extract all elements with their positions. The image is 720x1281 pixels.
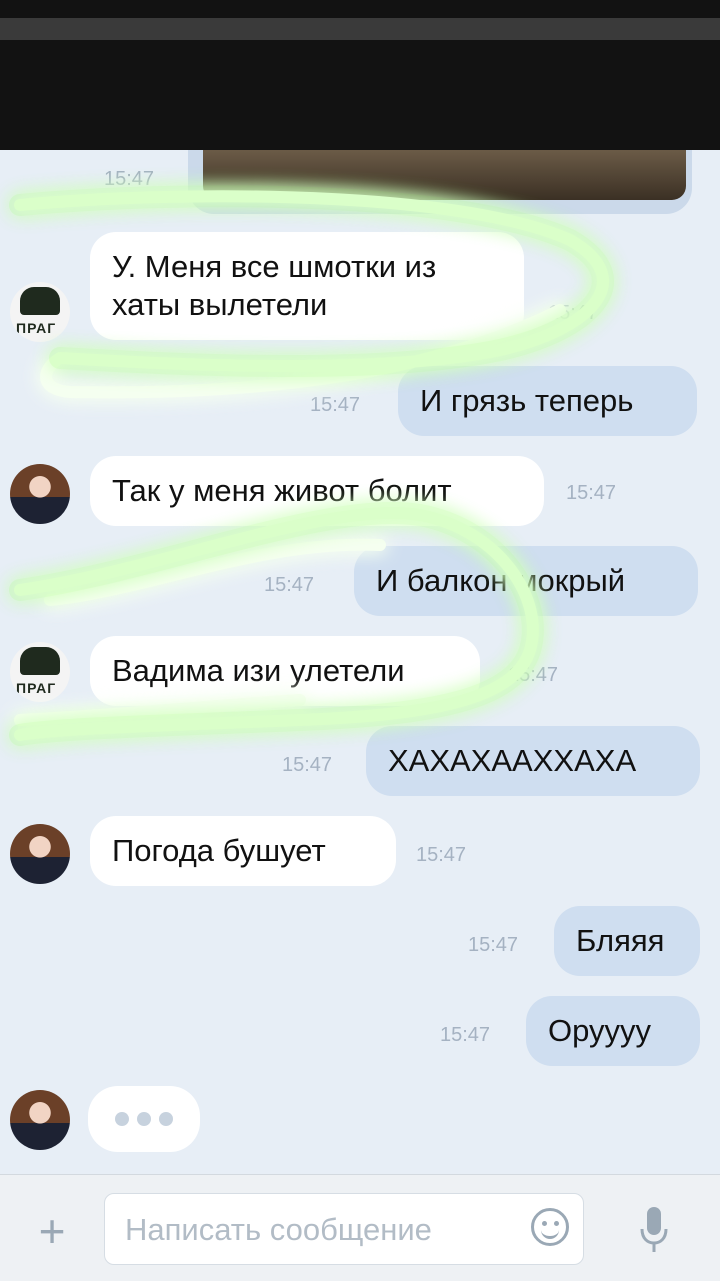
girl-avatar[interactable] (10, 464, 70, 524)
message-time: 15:47 (416, 844, 467, 866)
typing-dot (159, 1112, 173, 1126)
message-time: 15:47 (548, 302, 599, 324)
outgoing-message[interactable]: Оруууу (526, 996, 700, 1066)
outgoing-message[interactable]: И грязь теперь (398, 366, 697, 436)
redaction-strip (0, 18, 720, 40)
incoming-message[interactable]: У. Меня все шмотки из хаты вылетели (90, 232, 524, 340)
girl-avatar[interactable] (10, 1090, 70, 1150)
message-time: 15:47 (468, 934, 519, 956)
message-time: 15:47 (508, 664, 559, 686)
emoji-icon[interactable] (531, 1208, 569, 1246)
message-time: 15:47 (264, 574, 315, 596)
redacted-status-bar (0, 0, 720, 150)
logo-mark (20, 647, 60, 675)
incoming-message[interactable]: Погода бушует (90, 816, 396, 886)
group-logo-avatar[interactable]: ПРАГ (10, 282, 70, 342)
incoming-message[interactable]: Вадима изи улетели (90, 636, 480, 706)
typing-dot (137, 1112, 151, 1126)
incoming-message[interactable]: Так у меня живот болит (90, 456, 544, 526)
outgoing-message[interactable]: ХАХАХААХХАХА (366, 726, 700, 796)
message-input[interactable]: Написать сообщение (104, 1193, 584, 1265)
outgoing-message[interactable]: И балкон мокрый (354, 546, 698, 616)
girl-avatar[interactable] (10, 824, 70, 884)
composer-bar: + Написать сообщение (0, 1174, 720, 1281)
message-time: 15:47 (282, 754, 333, 776)
plus-icon[interactable]: + (28, 1208, 76, 1257)
message-time: 15:47 (310, 394, 361, 416)
logo-mark (20, 287, 60, 315)
outgoing-message[interactable]: Бляяя (554, 906, 700, 976)
message-time: 15:47 (440, 1024, 491, 1046)
message-time: 15:47 (104, 168, 155, 190)
typing-indicator (88, 1086, 200, 1152)
message-time: 15:47 (566, 482, 617, 504)
message-input-placeholder: Написать сообщение (125, 1212, 432, 1247)
logo-lettering: ПРАГ (16, 320, 57, 336)
microphone-icon[interactable] (640, 1205, 668, 1255)
image-thumbnail[interactable] (203, 150, 686, 200)
logo-lettering: ПРАГ (16, 680, 57, 696)
group-logo-avatar[interactable]: ПРАГ (10, 642, 70, 702)
typing-dot (115, 1112, 129, 1126)
